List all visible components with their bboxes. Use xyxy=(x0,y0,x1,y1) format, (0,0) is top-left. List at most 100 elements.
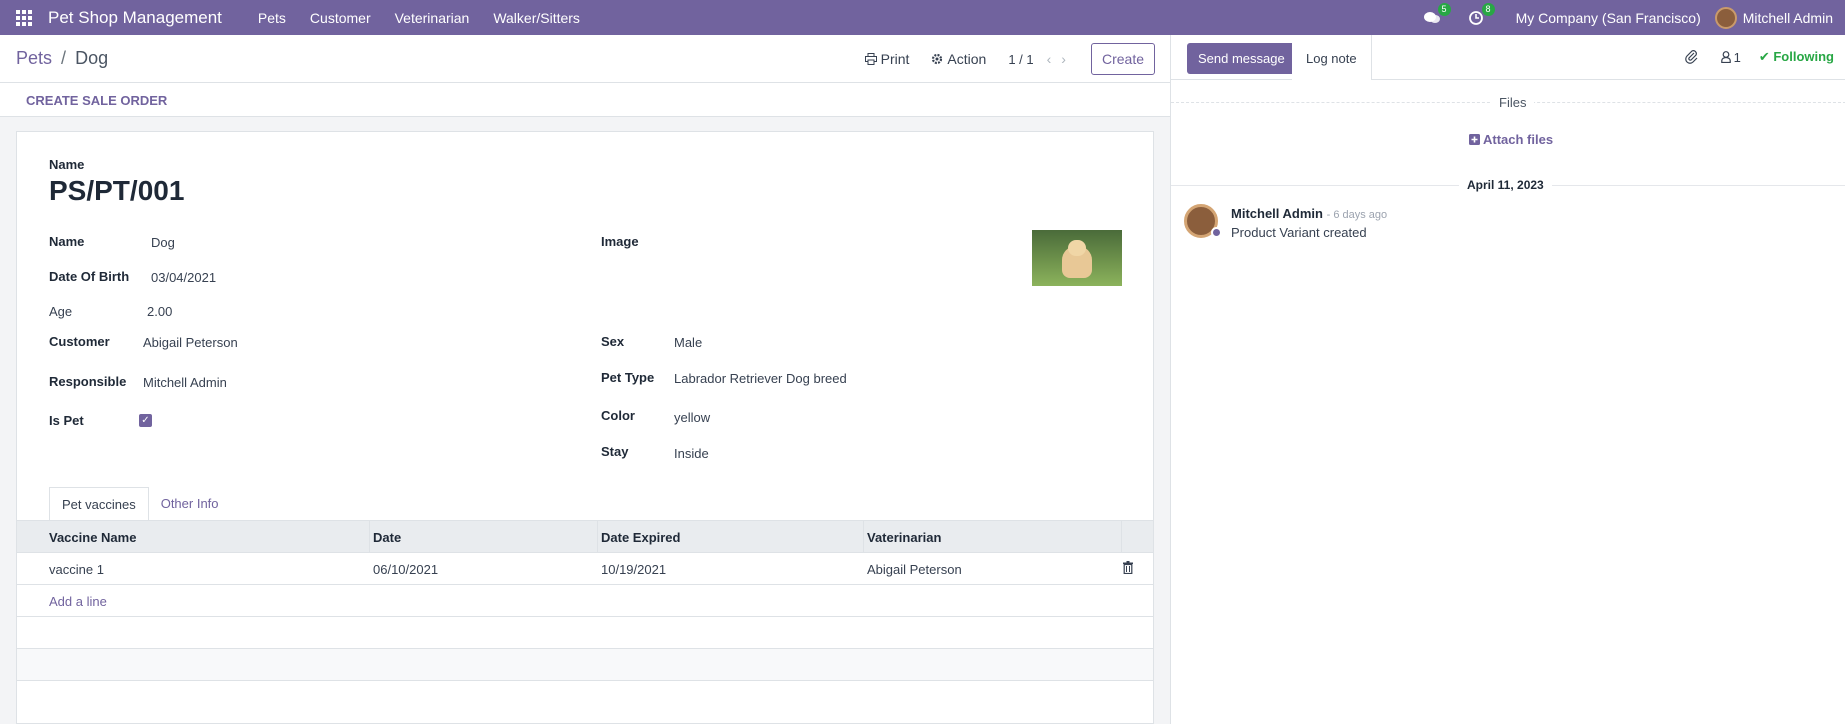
pager-next-icon[interactable]: › xyxy=(1061,51,1066,67)
plus-square-icon xyxy=(1469,134,1480,145)
form-statusbar: CREATE SALE ORDER xyxy=(0,83,1170,117)
responsible-label: Responsible xyxy=(49,374,127,389)
check-icon: ✔ xyxy=(1758,49,1774,64)
color-label: Color xyxy=(601,408,635,423)
online-status-icon xyxy=(1211,227,1222,238)
pager-previous-icon[interactable]: ‹ xyxy=(1047,51,1052,67)
messages-badge: 5 xyxy=(1437,2,1451,16)
chatter-actions: 1 ✔ Following xyxy=(1684,49,1834,65)
add-a-line-link[interactable]: Add a line xyxy=(49,594,107,609)
send-message-button[interactable]: Send message xyxy=(1187,43,1296,74)
dob-field[interactable]: 03/04/2021 xyxy=(151,270,216,285)
app-brand[interactable]: Pet Shop Management xyxy=(48,8,222,28)
sex-field[interactable]: Male xyxy=(674,335,702,350)
message-body: Product Variant created xyxy=(1231,225,1367,240)
print-button[interactable]: Print xyxy=(864,51,910,67)
create-button[interactable]: Create xyxy=(1090,43,1155,75)
message-date: April 11, 2023 xyxy=(1459,178,1552,192)
breadcrumb-parent[interactable]: Pets xyxy=(16,48,52,68)
menu-item-walker-sitters[interactable]: Walker/Sitters xyxy=(481,10,592,26)
column-date-expired[interactable]: Date Expired xyxy=(601,530,680,545)
vaccines-table: Vaccine Name Date Date Expired Vaterinar… xyxy=(17,520,1153,681)
cell-date-expired: 10/19/2021 xyxy=(601,562,667,577)
user-menu[interactable]: Mitchell Admin xyxy=(1714,6,1833,29)
print-label: Print xyxy=(880,51,910,67)
age-label: Age xyxy=(49,304,73,319)
followers-icon[interactable] xyxy=(1720,51,1731,63)
record-title[interactable]: PS/PT/001 xyxy=(49,175,184,207)
sex-label: Sex xyxy=(601,334,625,349)
pet-type-label: Pet Type xyxy=(601,370,655,385)
name-label: Name xyxy=(49,234,85,249)
user-name: Mitchell Admin xyxy=(1742,9,1833,26)
action-label: Action xyxy=(947,51,987,67)
column-date[interactable]: Date xyxy=(373,530,401,545)
activities-icon[interactable]: 8 xyxy=(1466,2,1495,28)
attach-files-button[interactable]: Attach files xyxy=(1469,132,1553,147)
column-vaterinarian[interactable]: Vaterinarian xyxy=(867,530,941,545)
files-label: Files xyxy=(1491,95,1535,110)
column-vaccine-name[interactable]: Vaccine Name xyxy=(49,530,136,545)
add-line-row: Add a line xyxy=(17,585,1153,617)
message-time: - 6 days ago xyxy=(1326,209,1388,221)
cell-vaccine-name: vaccine 1 xyxy=(49,562,104,577)
title-label: Name xyxy=(49,157,85,172)
is-pet-checkbox[interactable]: ✓ xyxy=(139,414,152,427)
top-menu: Pets Customer Veterinarian Walker/Sitter… xyxy=(246,10,592,26)
following-label: Following xyxy=(1773,49,1834,64)
pet-image[interactable] xyxy=(1032,230,1122,286)
log-note-button[interactable]: Log note xyxy=(1292,35,1372,80)
top-navbar: Pet Shop Management Pets Customer Veteri… xyxy=(0,0,1845,35)
apps-menu-icon[interactable] xyxy=(0,0,48,35)
customer-field[interactable]: Abigail Peterson xyxy=(143,335,238,350)
form-sheet: Name PS/PT/001 Name Dog Date Of Birth 03… xyxy=(16,131,1154,724)
menu-item-customer[interactable]: Customer xyxy=(298,10,383,26)
message-author-name: Mitchell Admin xyxy=(1231,206,1323,221)
breadcrumb-separator: / xyxy=(61,48,67,68)
attach-files-label: Attach files xyxy=(1483,132,1554,147)
empty-row xyxy=(17,649,1153,681)
is-pet-label: Is Pet xyxy=(49,413,84,428)
table-header: Vaccine Name Date Date Expired Vaterinar… xyxy=(17,520,1153,554)
messages-icon[interactable]: 5 xyxy=(1422,2,1451,28)
notebook-tabs: Pet vaccines Other Info xyxy=(49,487,231,521)
systray: 5 8 My Company (San Francisco) Mitchell … xyxy=(1410,0,1845,35)
tab-pet-vaccines[interactable]: Pet vaccines xyxy=(49,487,149,521)
stay-field[interactable]: Inside xyxy=(674,446,709,461)
empty-row xyxy=(17,617,1153,649)
image-label: Image xyxy=(601,234,639,249)
control-actions: Print Action 1 / 1 ‹ › Create xyxy=(864,43,1170,75)
tab-other-info[interactable]: Other Info xyxy=(149,487,231,521)
control-panel: Pets / Dog Print Action 1 / 1 ‹ › Create xyxy=(0,35,1170,83)
menu-item-veterinarian[interactable]: Veterinarian xyxy=(383,10,482,26)
trash-icon[interactable] xyxy=(1123,561,1133,574)
responsible-field[interactable]: Mitchell Admin xyxy=(143,375,227,390)
chatter: Send message Log note 1 ✔ Following File… xyxy=(1170,35,1845,724)
message-author[interactable]: Mitchell Admin - 6 days ago xyxy=(1231,206,1387,221)
form-view: Pets / Dog Print Action 1 / 1 ‹ › Create… xyxy=(0,35,1170,724)
menu-item-pets[interactable]: Pets xyxy=(246,10,298,26)
age-field[interactable]: 2.00 xyxy=(147,304,172,319)
activities-badge: 8 xyxy=(1481,2,1495,16)
followers-count[interactable]: 1 xyxy=(1734,50,1741,65)
user-avatar xyxy=(1714,6,1737,29)
color-field[interactable]: yellow xyxy=(674,410,710,425)
chatter-topbar: Send message Log note 1 ✔ Following xyxy=(1171,35,1845,80)
stay-label: Stay xyxy=(601,444,629,459)
breadcrumb: Pets / Dog xyxy=(16,48,108,69)
cell-vaterinarian: Abigail Peterson xyxy=(867,562,962,577)
gear-icon xyxy=(932,53,943,65)
name-field[interactable]: Dog xyxy=(151,235,175,250)
cell-date: 06/10/2021 xyxy=(373,562,439,577)
create-sale-order-button[interactable]: CREATE SALE ORDER xyxy=(26,93,167,108)
following-button[interactable]: ✔ Following xyxy=(1759,49,1834,65)
table-row[interactable]: vaccine 1 06/10/2021 10/19/2021 Abigail … xyxy=(17,553,1153,585)
pager-value[interactable]: 1 / 1 xyxy=(1008,52,1033,67)
customer-label: Customer xyxy=(49,334,110,349)
print-icon xyxy=(864,53,877,65)
paperclip-icon[interactable] xyxy=(1684,50,1699,64)
dob-label: Date Of Birth xyxy=(49,269,130,284)
company-switcher[interactable]: My Company (San Francisco) xyxy=(1516,10,1701,26)
action-button[interactable]: Action xyxy=(931,51,986,67)
pet-type-field[interactable]: Labrador Retriever Dog breed xyxy=(674,371,847,386)
